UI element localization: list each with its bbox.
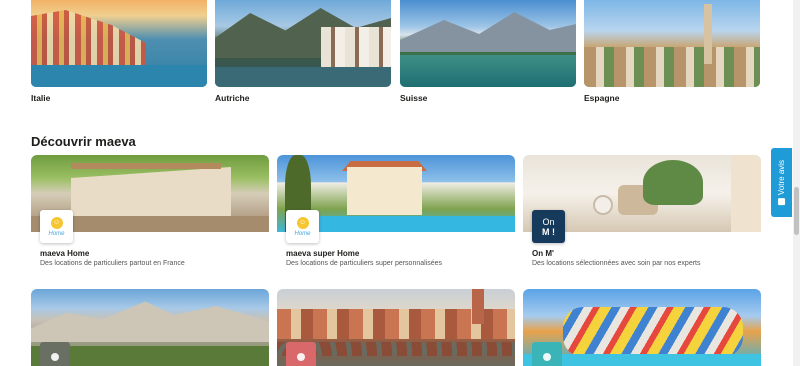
destination-card-autriche[interactable]: Autriche bbox=[215, 0, 391, 103]
offer-description: Des locations de particuliers super pers… bbox=[286, 260, 443, 267]
destination-label: Espagne bbox=[584, 93, 620, 103]
feedback-icon bbox=[778, 198, 786, 206]
offer-logo bbox=[286, 342, 316, 366]
offer-description: Des locations sélectionnées avec soin pa… bbox=[532, 260, 701, 267]
destination-image bbox=[31, 0, 207, 87]
feedback-tab[interactable]: Votre avis bbox=[771, 148, 792, 217]
offer-logo bbox=[40, 342, 70, 366]
destination-image bbox=[215, 0, 391, 87]
destination-card-suisse[interactable]: Suisse bbox=[400, 0, 576, 103]
sun-icon: ☺ bbox=[50, 216, 63, 229]
offer-card-maeva-home[interactable]: ☺ Home maeva Home Des locations de parti… bbox=[31, 155, 269, 267]
offer-card-on-m[interactable]: On M ! On M' Des locations sélectionnées… bbox=[523, 155, 761, 267]
maeva-super-home-logo: ☺ Home bbox=[286, 210, 319, 243]
maeva-home-logo: ☺ Home bbox=[40, 210, 73, 243]
on-m-logo: On M ! bbox=[532, 210, 565, 243]
offer-title: maeva Home bbox=[40, 249, 90, 258]
offer-card-maeva-super-home[interactable]: ☺ Home maeva super Home Des locations de… bbox=[277, 155, 515, 267]
destination-image bbox=[400, 0, 576, 87]
sun-icon: ☺ bbox=[296, 216, 309, 229]
destination-label: Italie bbox=[31, 93, 51, 103]
destination-card-espagne[interactable]: Espagne bbox=[584, 0, 760, 103]
section-title: Découvrir maeva bbox=[31, 134, 136, 149]
offer-card-ville[interactable] bbox=[277, 289, 515, 366]
offer-logo bbox=[532, 342, 562, 366]
scrollbar-thumb[interactable] bbox=[794, 187, 799, 235]
page-scrollbar[interactable] bbox=[793, 0, 800, 366]
offer-card-provence[interactable] bbox=[31, 289, 269, 366]
destination-label: Autriche bbox=[215, 93, 250, 103]
offer-description: Des locations de particuliers partout en… bbox=[40, 260, 185, 267]
destination-image bbox=[584, 0, 760, 87]
destination-label: Suisse bbox=[400, 93, 428, 103]
offer-title: On M' bbox=[532, 249, 554, 258]
feedback-tab-label: Votre avis bbox=[777, 159, 787, 196]
destination-card-italie[interactable]: Italie bbox=[31, 0, 207, 103]
offer-title: maeva super Home bbox=[286, 249, 360, 258]
offer-card-aquapark[interactable] bbox=[523, 289, 761, 366]
